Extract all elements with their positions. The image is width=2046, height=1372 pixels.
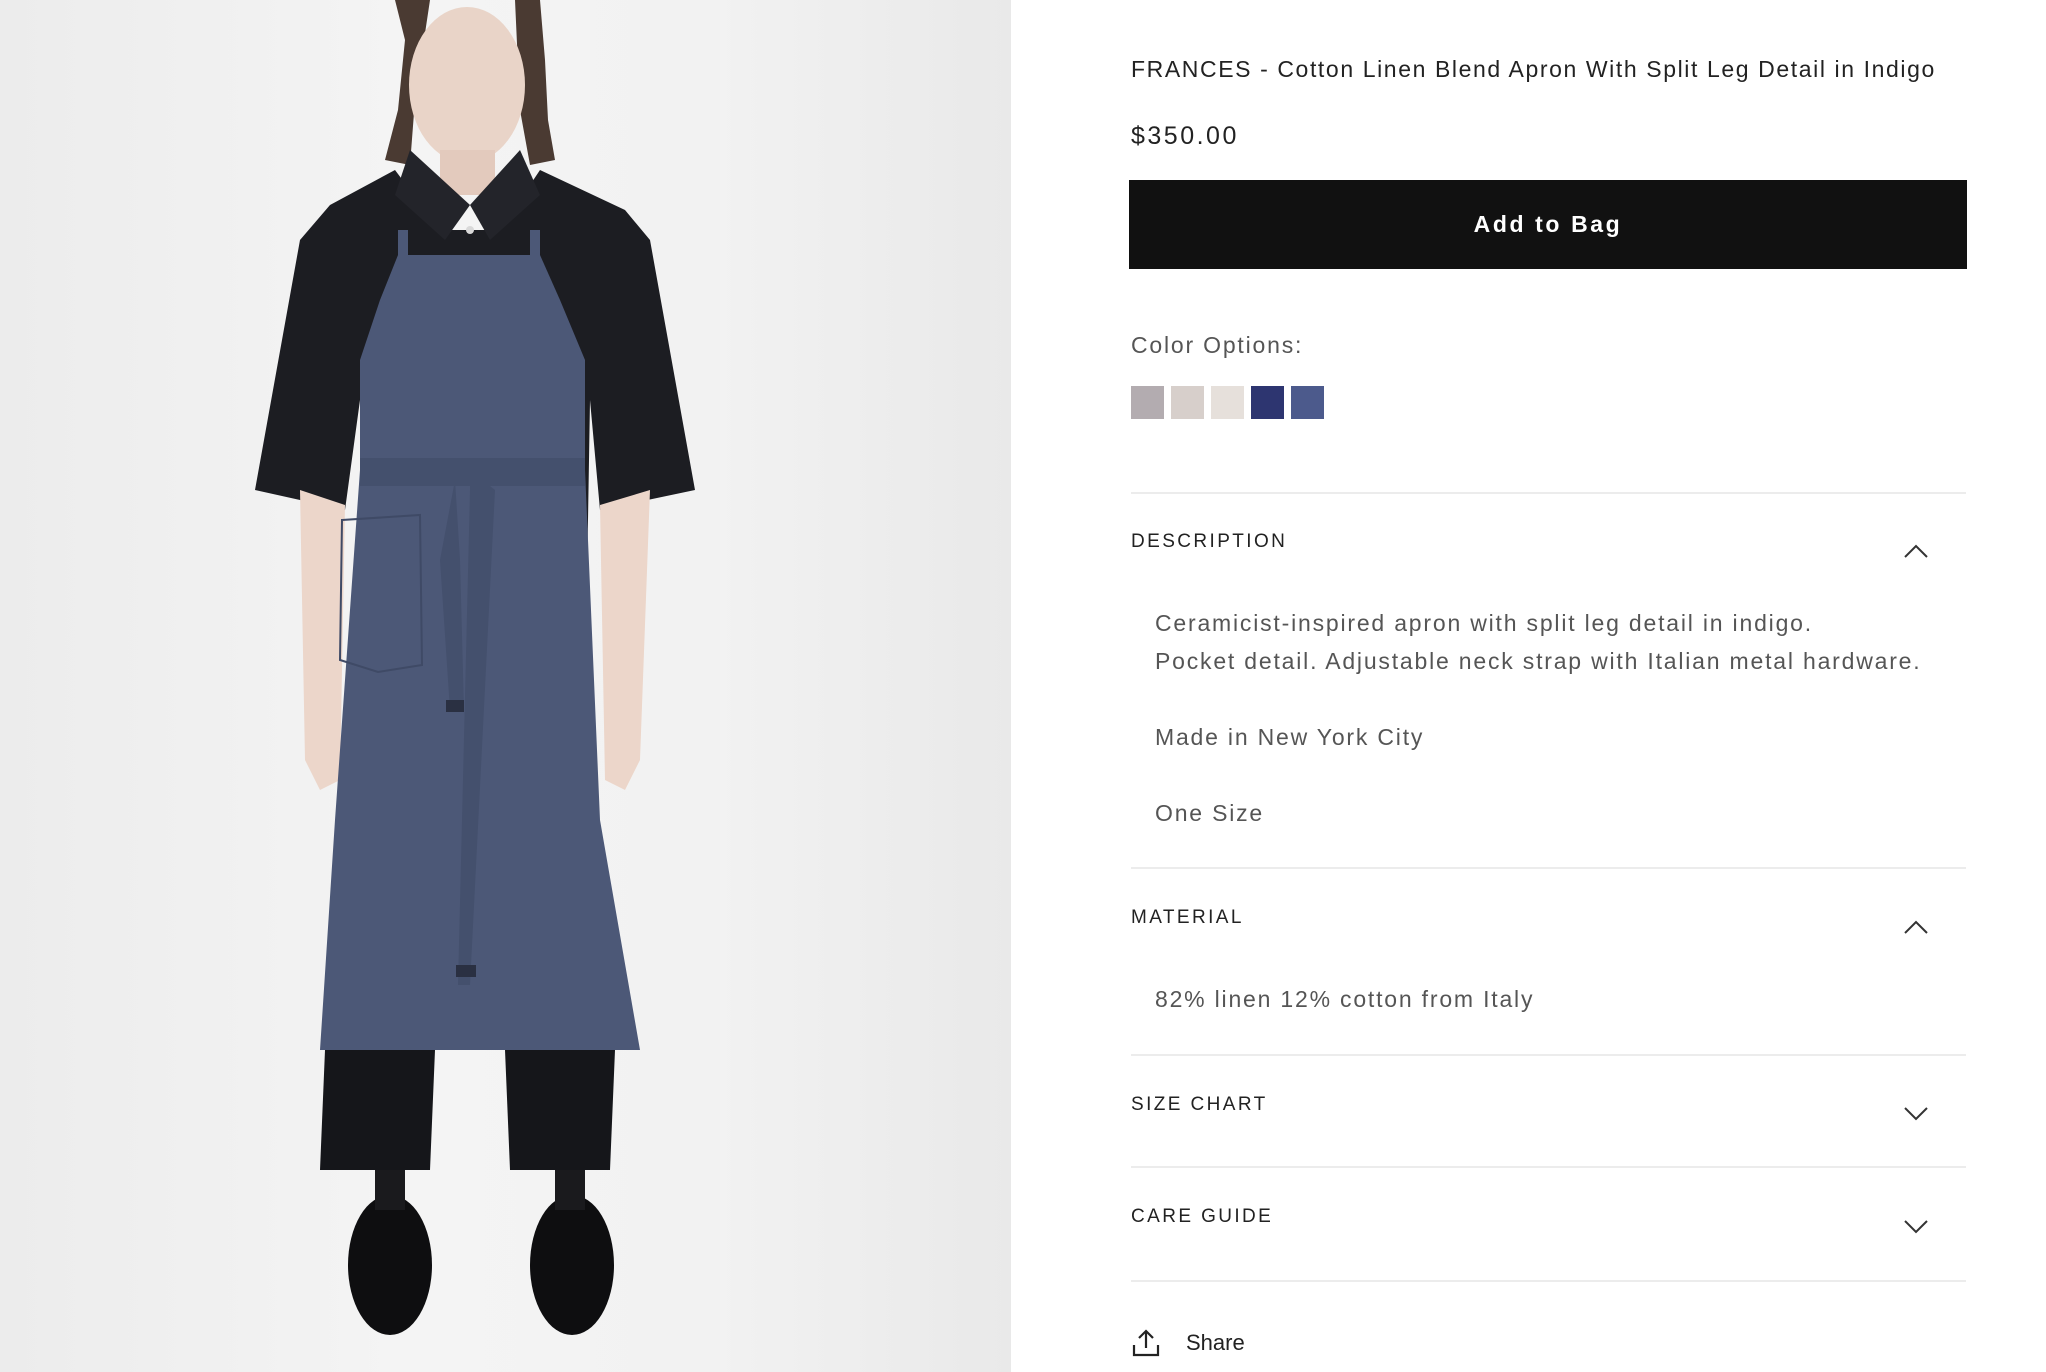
add-to-bag-button[interactable]: Add to Bag — [1129, 180, 1967, 269]
color-swatch-taupe[interactable] — [1171, 386, 1204, 419]
material-line: 82% linen 12% cotton from Italy — [1155, 986, 1535, 1012]
divider — [1131, 1280, 1966, 1282]
divider — [1131, 1054, 1966, 1056]
divider — [1131, 867, 1966, 869]
chevron-down-icon[interactable] — [1903, 1105, 1929, 1121]
accordion-size-chart-title[interactable]: SIZE CHART — [1131, 1094, 1268, 1116]
chevron-up-icon[interactable] — [1903, 919, 1929, 935]
color-options-label: Color Options: — [1131, 332, 1304, 358]
share-icon — [1132, 1329, 1160, 1357]
share-button[interactable]: Share — [1131, 1328, 1245, 1358]
chevron-up-icon[interactable] — [1903, 543, 1929, 559]
description-line: Ceramicist-inspired apron with split leg… — [1155, 610, 1813, 636]
chevron-down-icon[interactable] — [1903, 1218, 1929, 1234]
product-title: FRANCES - Cotton Linen Blend Apron With … — [1131, 56, 1936, 82]
color-swatches — [1131, 386, 1324, 419]
color-swatch-cream[interactable] — [1211, 386, 1244, 419]
share-label: Share — [1186, 1330, 1245, 1355]
product-image — [0, 0, 1011, 1372]
product-details: FRANCES - Cotton Linen Blend Apron With … — [1129, 0, 1969, 1372]
color-swatch-navy[interactable] — [1251, 386, 1284, 419]
color-swatch-mauve[interactable] — [1131, 386, 1164, 419]
description-line: One Size — [1155, 800, 1265, 826]
accordion-material-title[interactable]: MATERIAL — [1131, 907, 1244, 929]
divider — [1131, 492, 1966, 494]
color-swatch-indigo[interactable] — [1291, 386, 1324, 419]
description-line: Made in New York City — [1155, 724, 1425, 750]
divider — [1131, 1166, 1966, 1168]
accordion-description-title[interactable]: DESCRIPTION — [1131, 531, 1287, 553]
accordion-care-guide-title[interactable]: CARE GUIDE — [1131, 1206, 1273, 1228]
description-line: Pocket detail. Adjustable neck strap wit… — [1155, 648, 1922, 674]
product-price: $350.00 — [1131, 122, 1239, 150]
model-wearing-apron-illustration — [255, 0, 695, 1335]
